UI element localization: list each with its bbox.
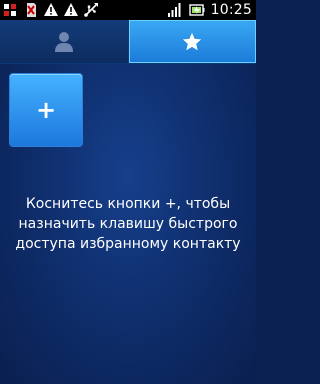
clock: 10:25	[210, 2, 252, 18]
battery-icon	[188, 4, 205, 16]
usb-icon	[84, 3, 98, 17]
star-icon	[183, 32, 202, 50]
favorites-panel: + Коснитесь кнопки +, чтобы назначить кл…	[0, 64, 256, 384]
sim-icon	[27, 3, 36, 17]
warning-icon	[64, 3, 78, 16]
hint-text: Коснитесь кнопки +, чтобы назначить клав…	[15, 196, 241, 252]
notification-icons	[0, 2, 99, 18]
system-icons: 10:25	[167, 2, 256, 18]
network-signal-icon	[167, 3, 181, 17]
person-icon	[54, 31, 73, 52]
plus-icon: +	[35, 96, 57, 124]
tab-favorites[interactable]	[128, 20, 256, 63]
usb-debug-icon	[4, 4, 16, 16]
tab-bar	[0, 20, 256, 64]
add-favorite-button[interactable]: +	[10, 74, 82, 146]
status-bar: 10:25	[0, 0, 256, 20]
warning-icon	[44, 3, 58, 16]
tab-contacts[interactable]	[0, 20, 129, 63]
